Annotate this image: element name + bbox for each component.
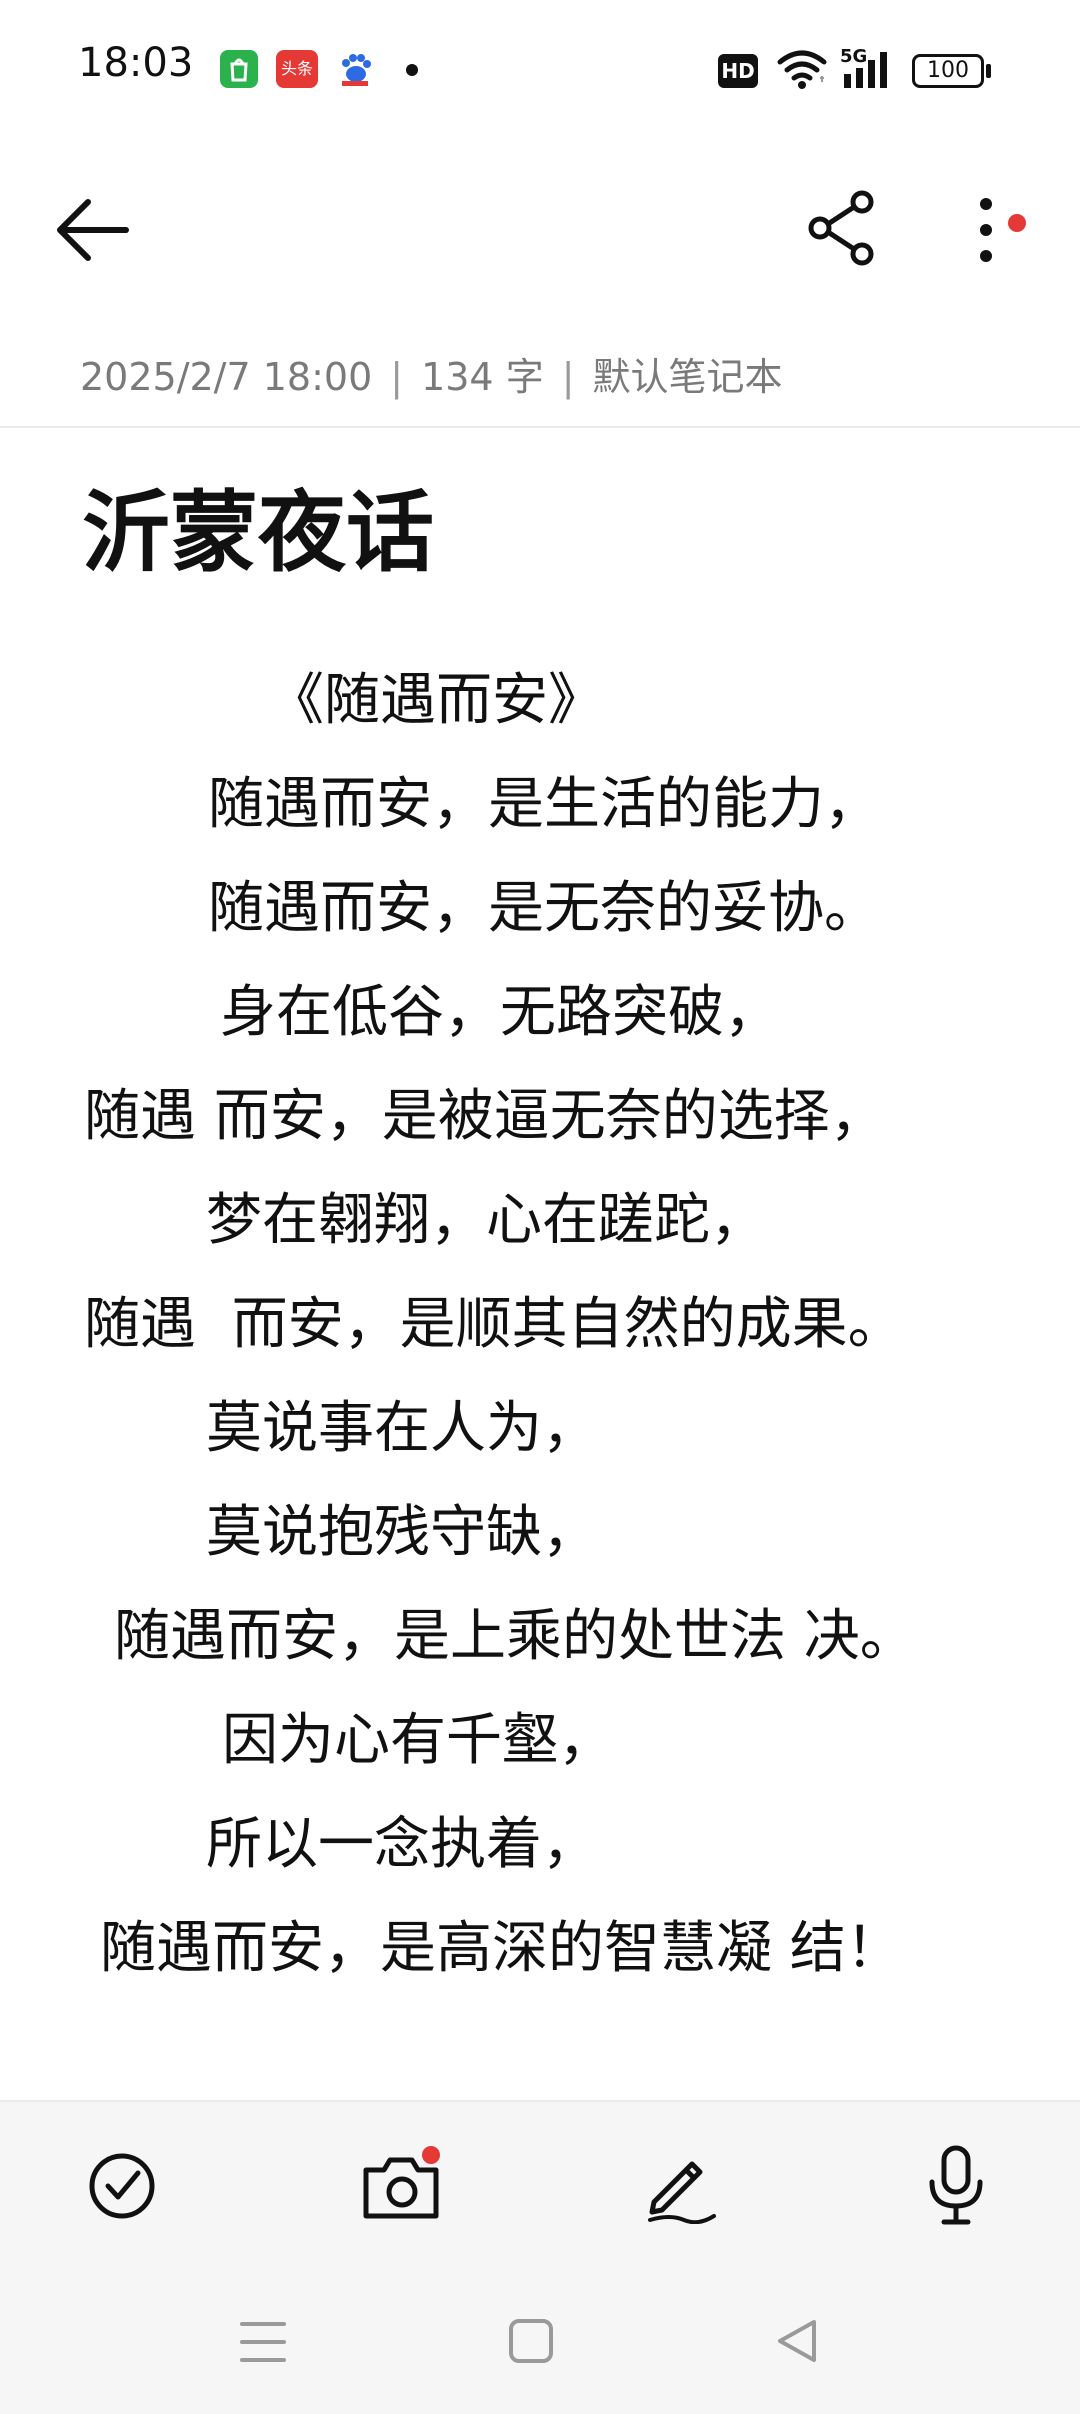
cellular-signal-icon: 5G — [840, 46, 898, 90]
status-bar: 18:03 头条 HD 5G 100 — [0, 0, 1080, 140]
meta-separator: | — [561, 355, 575, 399]
more-options-button[interactable] — [966, 190, 1026, 270]
note-line: 《随遇而安》 — [268, 668, 604, 733]
meta-separator: | — [390, 355, 404, 399]
shopping-bag-icon — [220, 50, 258, 88]
home-icon[interactable] — [508, 2318, 554, 2364]
note-meta: 2025/2/7 18:00 | 134 字 | 默认笔记本 — [80, 346, 783, 401]
baidu-app-icon — [336, 50, 374, 88]
camera-button[interactable] — [360, 2146, 444, 2226]
more-options-badge — [1008, 214, 1026, 232]
notification-dot — [406, 64, 418, 76]
note-line: 所以一念执着， — [206, 1812, 598, 1877]
note-date: 2025/2/7 18:00 — [80, 355, 373, 399]
note-line: 随遇而安，是上乘的处世法 决。 — [114, 1604, 916, 1669]
battery-cap — [986, 64, 991, 78]
note-line: 随遇而安，是高深的智慧凝 结！ — [100, 1916, 902, 1981]
hd-indicator: HD — [718, 54, 758, 88]
note-line: 身在低谷，无路突破， — [220, 980, 780, 1045]
back-arrow-icon[interactable] — [52, 190, 132, 270]
wifi-icon — [777, 50, 827, 89]
note-line: 随遇 而安，是顺其自然的成果。 — [84, 1292, 904, 1357]
share-icon[interactable] — [806, 190, 876, 266]
header-divider — [0, 426, 1080, 428]
note-title[interactable]: 沂蒙夜话 — [82, 462, 434, 589]
recent-apps-icon[interactable] — [240, 2320, 286, 2364]
note-line: 随遇而安，是生活的能力， — [208, 772, 880, 837]
note-line: 莫说抱残守缺， — [206, 1500, 598, 1565]
battery-indicator: 100 — [912, 54, 984, 88]
note-line: 因为心有千壑， — [222, 1708, 614, 1773]
checklist-icon[interactable] — [86, 2150, 158, 2222]
top-toolbar — [0, 160, 1080, 300]
note-word-count: 134 字 — [421, 355, 544, 399]
note-line: 莫说事在人为， — [206, 1396, 598, 1461]
camera-badge — [422, 2146, 440, 2164]
system-nav-bar — [0, 2270, 1080, 2412]
handwriting-pen-icon[interactable] — [640, 2144, 720, 2224]
status-time: 18:03 — [78, 40, 194, 86]
microphone-icon[interactable] — [920, 2142, 992, 2226]
note-line: 梦在翱翔，心在蹉跎， — [206, 1188, 766, 1253]
note-line: 随遇 而安，是被逼无奈的选择， — [84, 1084, 886, 1149]
toutiao-label: 头条 — [280, 59, 313, 78]
toutiao-app-icon: 头条 — [276, 50, 318, 88]
back-nav-icon[interactable] — [774, 2318, 820, 2364]
note-line: 随遇而安，是无奈的妥协。 — [208, 876, 880, 941]
note-notebook[interactable]: 默认笔记本 — [593, 355, 783, 399]
